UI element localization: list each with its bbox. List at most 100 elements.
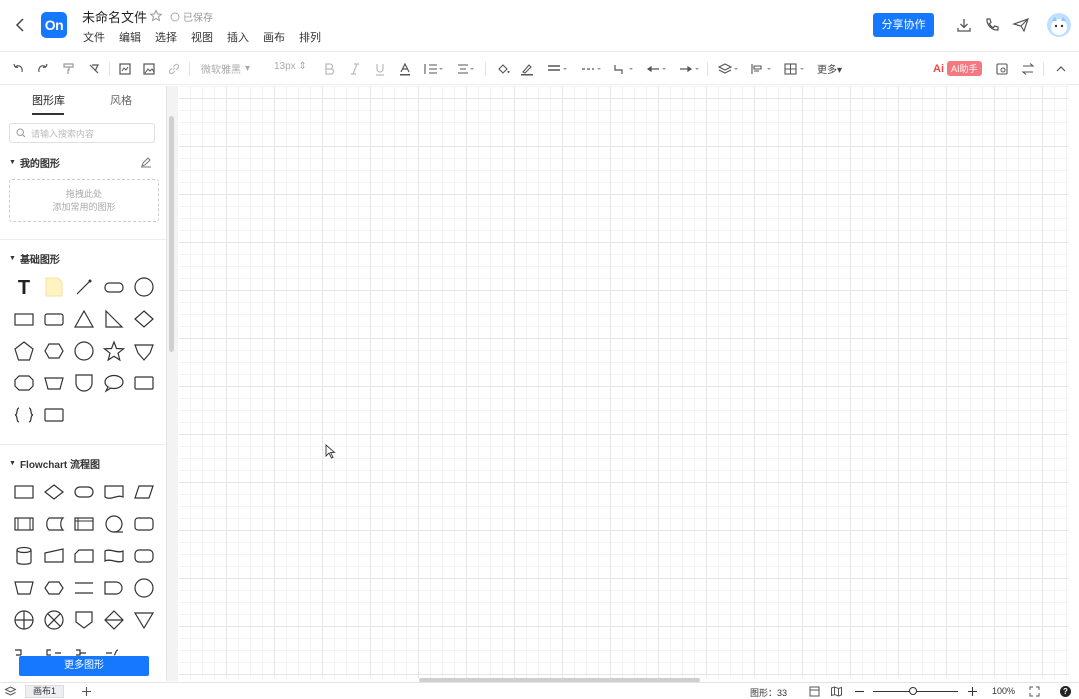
octagon-shape-icon[interactable] [69, 335, 99, 367]
line-height-icon[interactable] [423, 61, 443, 77]
shape-search-input[interactable]: 请输入搜索内容 [9, 123, 155, 143]
more-dropdown[interactable]: 更多▾ [817, 61, 842, 76]
process-shape-icon[interactable] [9, 476, 39, 508]
connector-style-icon[interactable] [612, 61, 636, 77]
sidebar-scrollbar[interactable] [167, 86, 178, 681]
canvas-vertical-scrollbar[interactable] [1069, 86, 1079, 678]
share-button[interactable]: 分享协作 [873, 13, 934, 37]
line-color-icon[interactable] [520, 61, 534, 77]
underline-icon[interactable] [374, 61, 386, 77]
fullscreen-icon[interactable] [1028, 685, 1041, 698]
zoom-in-icon[interactable] [966, 685, 979, 698]
font-size-select[interactable]: 13px ⇕ [274, 61, 307, 72]
fill-color-icon[interactable] [496, 61, 510, 77]
circle-shape-icon[interactable] [129, 271, 159, 303]
text-shape-icon[interactable]: T [9, 271, 39, 303]
rectangle-shape-icon[interactable] [9, 303, 39, 335]
delay-shape-icon[interactable] [99, 572, 129, 604]
merge-shape-icon[interactable] [129, 604, 159, 636]
ai-assistant-button[interactable]: Ai AI助手 [933, 61, 982, 76]
add-page-icon[interactable] [80, 685, 93, 698]
hexagon-shape-icon[interactable] [39, 335, 69, 367]
document-shape-icon[interactable] [99, 476, 129, 508]
section-basic-shapes[interactable]: ▼ 基础图形 [9, 251, 60, 266]
diamond-shape-icon[interactable] [129, 303, 159, 335]
swap-icon[interactable] [1021, 61, 1035, 77]
alternate-process-shape-icon[interactable] [129, 540, 159, 572]
menu-canvas[interactable]: 画布 [263, 29, 285, 45]
tape-shape-icon[interactable] [99, 540, 129, 572]
braces-shape-icon[interactable] [9, 399, 39, 431]
summing-junction-shape-icon[interactable] [39, 604, 69, 636]
line-style-icon[interactable] [580, 61, 604, 77]
manual-input-shape-icon[interactable] [39, 540, 69, 572]
manual-operation-shape-icon[interactable] [9, 572, 39, 604]
menu-file[interactable]: 文件 [83, 29, 105, 45]
menu-edit[interactable]: 编辑 [119, 29, 141, 45]
parallel-mode-shape-icon[interactable] [69, 572, 99, 604]
canvas-style-icon[interactable] [118, 61, 132, 77]
document-title[interactable]: 未命名文件 [82, 7, 147, 26]
sidebar-scrollbar-thumb[interactable] [169, 116, 174, 352]
database-shape-icon[interactable] [9, 540, 39, 572]
user-avatar[interactable] [1047, 13, 1071, 37]
menu-insert[interactable]: 插入 [227, 29, 249, 45]
speech-bubble-shape-icon[interactable] [99, 367, 129, 399]
line-width-icon[interactable] [546, 61, 570, 77]
zoom-out-icon[interactable] [853, 685, 866, 698]
bold-icon[interactable] [323, 61, 335, 77]
clear-format-icon[interactable] [87, 61, 101, 77]
menu-select[interactable]: 选择 [155, 29, 177, 45]
rounded-rect-shape-icon[interactable] [99, 271, 129, 303]
phone-icon[interactable] [983, 16, 1001, 34]
pentagon-shape-icon[interactable] [9, 335, 39, 367]
connector-shape-icon[interactable] [129, 572, 159, 604]
arrow-end-icon[interactable] [678, 61, 702, 77]
image-icon[interactable] [142, 61, 156, 77]
zoom-level[interactable]: 100% [992, 686, 1015, 696]
section-my-shapes[interactable]: ▼ 我的图形 [9, 155, 60, 170]
triangle-shape-icon[interactable] [69, 303, 99, 335]
arrow-start-icon[interactable] [645, 61, 669, 77]
download-icon[interactable] [955, 16, 973, 34]
trapezoid-shape-icon[interactable] [39, 367, 69, 399]
align-shapes-icon[interactable] [750, 61, 774, 77]
layer-icon[interactable] [717, 61, 741, 77]
font-family-select[interactable]: 微软雅黑 ▾ [201, 61, 250, 76]
tab-shape-library[interactable]: 图形库 [32, 92, 65, 108]
preparation-shape-icon[interactable] [39, 572, 69, 604]
card-shape-icon[interactable] [129, 367, 159, 399]
off-page-connector-shape-icon[interactable] [69, 604, 99, 636]
format-painter-icon[interactable] [62, 61, 76, 77]
edit-icon[interactable] [140, 156, 152, 168]
collapse-toolbar-icon[interactable] [1054, 61, 1068, 77]
stored-data-shape-icon[interactable] [39, 508, 69, 540]
rectangle-2-shape-icon[interactable] [39, 399, 69, 431]
layers-icon[interactable] [4, 685, 17, 698]
map-icon[interactable] [830, 685, 843, 698]
decision-shape-icon[interactable] [39, 476, 69, 508]
zoom-slider-handle[interactable] [909, 687, 917, 695]
internal-storage-shape-icon[interactable] [69, 508, 99, 540]
display-shape-icon[interactable] [129, 508, 159, 540]
undo-icon[interactable] [11, 61, 25, 77]
line-shape-icon[interactable] [69, 271, 99, 303]
tab-style[interactable]: 风格 [110, 92, 132, 108]
back-arrow-icon[interactable] [12, 16, 30, 34]
star-icon[interactable] [149, 9, 163, 23]
menu-view[interactable]: 视图 [191, 29, 213, 45]
terminator-shape-icon[interactable] [69, 476, 99, 508]
font-color-icon[interactable] [399, 61, 411, 77]
card-flow-shape-icon[interactable] [69, 540, 99, 572]
redo-icon[interactable] [36, 61, 50, 77]
my-shapes-drop-zone[interactable]: 拖拽此处 添加常用的图形 [9, 179, 159, 222]
star-shape-icon[interactable] [99, 335, 129, 367]
link-icon[interactable] [167, 61, 181, 77]
section-flowchart[interactable]: ▼ Flowchart 流程图 [9, 456, 100, 471]
menu-arrange[interactable]: 排列 [299, 29, 321, 45]
inverted-pentagon-shape-icon[interactable] [129, 335, 159, 367]
rounded-rect-2-shape-icon[interactable] [39, 303, 69, 335]
help-icon[interactable]: ? [1060, 686, 1071, 697]
align-icon[interactable] [456, 61, 476, 77]
send-icon[interactable] [1012, 16, 1030, 34]
